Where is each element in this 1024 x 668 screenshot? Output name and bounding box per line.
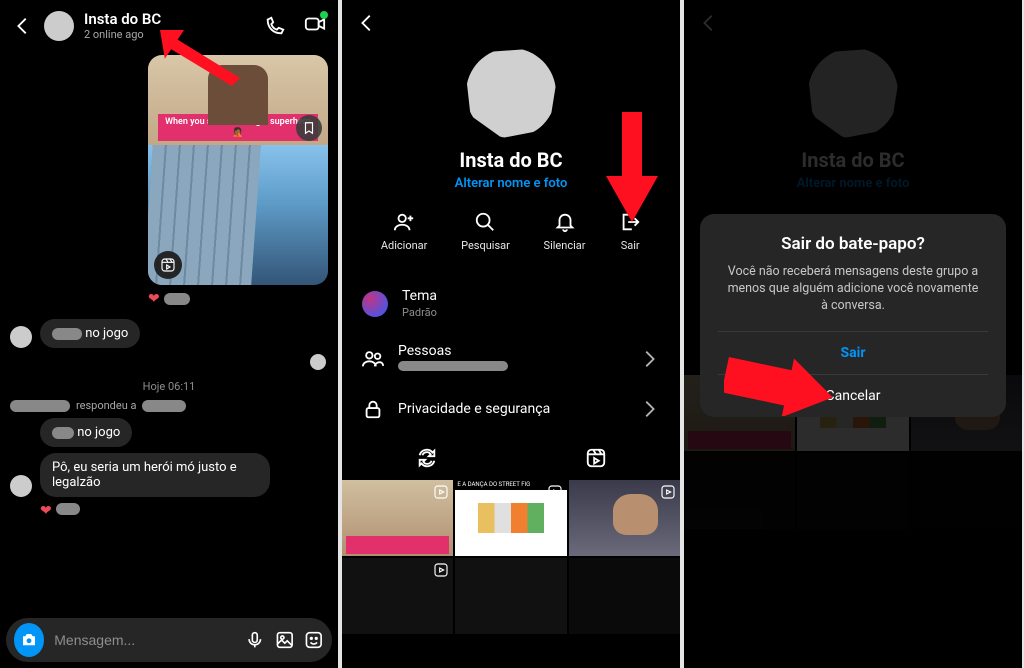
gallery-icon[interactable] [275, 629, 295, 651]
modal-confirm-button[interactable]: Sair [718, 331, 988, 374]
panel-chat: Insta do BC 2 online ago When you suck a… [0, 0, 338, 668]
group-avatar[interactable] [466, 48, 556, 138]
chat-header: Insta do BC 2 online ago [0, 0, 338, 51]
redaction [52, 427, 74, 439]
message-in: Pô, eu seria um herói mó justo e legalzã… [10, 453, 328, 497]
group-title: Insta do BC [342, 148, 680, 172]
edit-name-photo-link[interactable]: Alterar nome e foto [342, 176, 680, 191]
action-row: Adicionar Pesquisar Silenciar Sair [364, 211, 658, 252]
back-icon[interactable] [356, 12, 378, 34]
people-icon [362, 348, 384, 370]
add-person-icon [393, 211, 415, 233]
sender-avatar[interactable] [10, 326, 32, 348]
call-icon[interactable] [264, 15, 286, 37]
message-bubble[interactable]: no jogo [40, 319, 140, 348]
seen-avatar [310, 354, 326, 370]
shared-media-grid: E A DANÇA DO STREET FIG [342, 480, 680, 634]
message-input[interactable] [54, 632, 235, 648]
heart-icon: ❤ [40, 503, 52, 519]
leave-modal: Sair do bate-papo? Você não receberá men… [700, 214, 1006, 417]
media-thumb[interactable] [342, 480, 453, 556]
message-text: no jogo [85, 326, 128, 341]
camera-button[interactable] [14, 623, 44, 657]
heart-icon: ❤ [148, 291, 160, 307]
sticker-icon[interactable] [304, 629, 324, 651]
chat-status: 2 online ago [84, 28, 161, 41]
video-call-button[interactable] [304, 13, 326, 39]
message-bubble[interactable]: no jogo [40, 418, 132, 447]
privacy-item[interactable]: Privacidade e segurança [360, 386, 662, 432]
leave-button[interactable]: Sair [619, 211, 641, 252]
bell-icon [554, 211, 576, 233]
media-thumb[interactable] [569, 480, 680, 556]
message-in: no jogo [10, 418, 328, 447]
theme-item[interactable]: Tema Padrão [360, 276, 662, 331]
people-item[interactable]: Pessoas [360, 331, 662, 386]
message-composer [6, 618, 332, 662]
group-avatar[interactable] [44, 11, 74, 41]
message-bubble[interactable]: Pô, eu seria um herói mó justo e legalzã… [40, 453, 270, 497]
mute-button[interactable]: Silenciar [544, 211, 586, 252]
back-icon[interactable] [12, 15, 34, 37]
reels-tab-icon[interactable] [585, 447, 607, 469]
timestamp: Hoje 06:11 [10, 380, 328, 393]
panel-group-settings: Insta do BC Alterar nome e foto Adiciona… [342, 0, 680, 668]
search-icon [474, 211, 496, 233]
chat-title-block[interactable]: Insta do BC 2 online ago [84, 10, 161, 41]
media-thumb[interactable]: E A DANÇA DO STREET FIG [455, 480, 566, 556]
redaction [142, 400, 186, 412]
reaction-row: ❤ [148, 291, 328, 307]
reel-caption: When you suck at being a superhero🤦🏾 [158, 114, 318, 141]
search-button[interactable]: Pesquisar [461, 211, 510, 252]
media-tabs [342, 438, 680, 478]
reply-context: respondeu a [10, 399, 328, 412]
chat-messages: When you suck at being a superhero🤦🏾 ❤ n… [0, 51, 338, 589]
redaction [56, 503, 80, 515]
add-member-button[interactable]: Adicionar [381, 211, 428, 252]
lock-icon [362, 398, 384, 420]
modal-title: Sair do bate-papo? [718, 234, 988, 254]
online-indicator-icon [320, 11, 328, 19]
theme-icon [362, 291, 388, 317]
shared-reel[interactable]: When you suck at being a superhero🤦🏾 [148, 55, 328, 285]
redaction [398, 361, 508, 371]
bookmark-button[interactable] [296, 115, 322, 141]
media-thumb[interactable] [342, 558, 453, 634]
mic-icon[interactable] [245, 629, 265, 651]
message-text: no jogo [77, 425, 120, 440]
chevron-right-icon [638, 398, 660, 420]
leave-icon [619, 211, 641, 233]
modal-cancel-button[interactable]: Cancelar [718, 374, 988, 417]
redaction [164, 293, 190, 305]
media-thumb[interactable] [455, 558, 566, 634]
reshare-tab-icon[interactable] [416, 447, 438, 469]
redaction [52, 328, 82, 340]
message-in: no jogo [10, 319, 328, 348]
redaction [10, 400, 70, 412]
panel-leave-confirm: Insta do BC Alterar nome e foto Sair do … [684, 0, 1022, 668]
chat-title: Insta do BC [84, 10, 161, 28]
reels-icon [154, 251, 182, 279]
settings-list: Tema Padrão Pessoas Privacidade e segura… [342, 276, 680, 432]
sender-avatar[interactable] [10, 475, 32, 497]
media-thumb[interactable] [569, 558, 680, 634]
modal-body: Você não receberá mensagens deste grupo … [718, 264, 988, 315]
chevron-right-icon [638, 348, 660, 370]
